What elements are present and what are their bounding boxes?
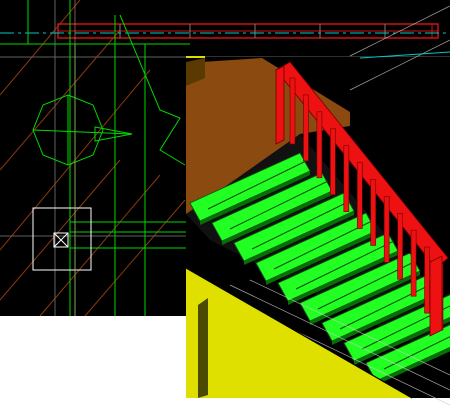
handrail-baluster bbox=[343, 145, 350, 212]
handrail-baluster bbox=[356, 162, 363, 229]
handrail-baluster bbox=[410, 229, 417, 297]
handrail-baluster bbox=[370, 179, 377, 246]
handrail-baluster bbox=[330, 128, 336, 196]
handrail-baluster bbox=[316, 111, 323, 179]
render-view bbox=[185, 5, 450, 406]
handrail-end-post bbox=[429, 255, 443, 337]
drawing-canvas[interactable] bbox=[0, 0, 450, 407]
empty-area bbox=[0, 316, 186, 407]
handrail-baluster bbox=[424, 246, 430, 314]
handrail-baluster bbox=[383, 196, 390, 263]
handrail-baluster bbox=[397, 212, 403, 280]
cad-viewport[interactable] bbox=[0, 0, 450, 407]
handrail-newel-post bbox=[275, 65, 285, 145]
handrail-baluster bbox=[303, 94, 309, 162]
handrail-baluster bbox=[289, 77, 296, 145]
